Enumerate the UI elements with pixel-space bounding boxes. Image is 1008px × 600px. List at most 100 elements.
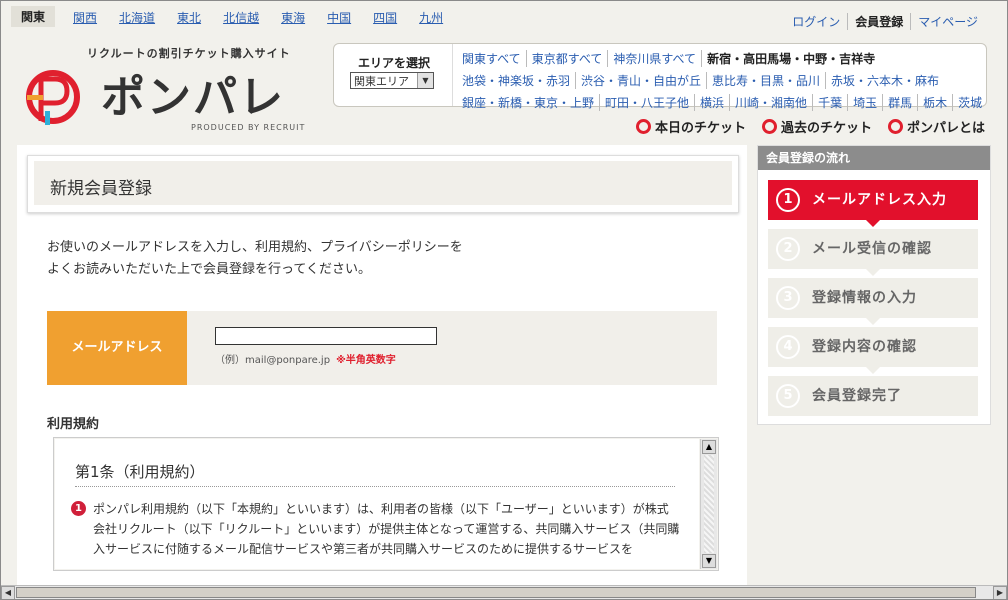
area-select-title: エリアを選択 — [358, 56, 431, 70]
email-format-note: ※半角英数字 — [336, 355, 396, 366]
area-link[interactable]: 群馬 — [882, 94, 917, 111]
area-link[interactable]: 町田・八王子他 — [599, 94, 694, 111]
area-dropdown-value: 関東エリア — [354, 75, 409, 88]
flow-step-2: 2 メール受信の確認 — [768, 229, 978, 276]
article-title: 第1条（利用規約） — [75, 461, 675, 487]
nav-past-tickets[interactable]: 過去のチケット — [761, 117, 872, 136]
down-pointer-icon — [866, 318, 880, 325]
nav-about[interactable]: ポンパレとは — [887, 117, 985, 136]
down-pointer-icon — [866, 220, 880, 227]
scroll-up-icon[interactable]: ▲ — [702, 440, 716, 454]
scroll-down-icon[interactable]: ▼ — [702, 554, 716, 568]
logo-produced-by: PRODUCED BY RECRUIT — [191, 123, 306, 132]
area-link[interactable]: 川崎・湘南他 — [729, 94, 812, 111]
area-link-current[interactable]: 新宿・高田馬場・中野・吉祥寺 — [701, 50, 880, 67]
area-link[interactable]: 東京都すべて — [525, 50, 608, 67]
area-link[interactable]: 栃木 — [917, 94, 952, 111]
article-line: ポンパレ利用規約（以下「本規約」といいます）は、利用者の皆様（以下「ユーザー」と… — [93, 502, 669, 516]
intro-line: お使いのメールアドレスを入力し、利用規約、プライバシーポリシーを — [47, 240, 463, 255]
region-bar: 関東 関西 北海道 東北 北信越 東海 中国 四国 九州 ログイン 会員登録 マ… — [1, 1, 1007, 31]
step-label: メール受信の確認 — [812, 241, 932, 257]
region-tab-tokai[interactable]: 東海 — [281, 9, 305, 27]
scroll-thumb[interactable] — [16, 587, 976, 598]
area-link[interactable]: 横浜 — [694, 94, 729, 111]
down-pointer-icon — [866, 367, 880, 374]
terms-content: 第1条（利用規約） 1 ポンパレ利用規約（以下「本規約」といいます）は、利用者の… — [55, 439, 699, 569]
scroll-left-icon[interactable]: ◀ — [1, 586, 15, 599]
flow-step-1: 1 メールアドレス入力 — [768, 180, 978, 227]
region-tab-kansai[interactable]: 関西 — [73, 9, 97, 27]
main-content: 新規会員登録 お使いのメールアドレスを入力し、利用規約、プライバシーポリシーを … — [17, 145, 747, 589]
article-number-badge: 1 — [71, 501, 86, 516]
down-pointer-icon — [866, 269, 880, 276]
step-label: 登録内容の確認 — [812, 339, 917, 355]
terms-box[interactable]: 第1条（利用規約） 1 ポンパレ利用規約（以下「本規約」といいます）は、利用者の… — [53, 437, 719, 571]
logo-tagline: リクルートの割引チケット購入サイト — [87, 47, 291, 60]
nav-label: ポンパレとは — [906, 121, 985, 136]
horizontal-scrollbar[interactable]: ◀ ▶ — [1, 585, 1007, 599]
area-link[interactable]: 千葉 — [812, 94, 847, 111]
area-link[interactable]: 赤坂・六本木・麻布 — [825, 72, 944, 89]
region-tab-tohoku[interactable]: 東北 — [177, 9, 201, 27]
step-label: 登録情報の入力 — [812, 290, 917, 306]
region-tabs: 関東 関西 北海道 東北 北信越 東海 中国 四国 九州 — [11, 6, 465, 27]
step-label: メールアドレス入力 — [812, 192, 947, 208]
ponpare-logo-icon[interactable] — [21, 67, 85, 131]
terms-heading: 利用規約 — [47, 417, 100, 432]
email-example: （例）mail@ponpare.jp — [215, 355, 331, 366]
area-link[interactable]: 関東すべて — [460, 50, 526, 67]
article-body: 1 ポンパレ利用規約（以下「本規約」といいます）は、利用者の皆様（以下「ユーザー… — [71, 499, 683, 559]
area-link[interactable]: 埼玉 — [847, 94, 882, 111]
region-tab-kyushu[interactable]: 九州 — [419, 9, 443, 27]
chevron-down-icon[interactable]: ▼ — [417, 73, 433, 88]
email-hint: （例）mail@ponpare.jp ※半角英数字 — [215, 351, 396, 366]
registration-flow-sidebar: 会員登録の流れ 1 メールアドレス入力 2 メール受信の確認 3 登録情報の入力… — [757, 145, 991, 425]
login-link[interactable]: ログイン — [785, 13, 847, 30]
step-number: 2 — [776, 237, 800, 261]
nav-today-tickets[interactable]: 本日のチケット — [635, 117, 746, 136]
intro-line: よくお読みいただいた上で会員登録を行ってください。 — [47, 262, 371, 277]
area-link[interactable]: 神奈川県すべて — [607, 50, 701, 67]
area-links: 関東すべて 東京都すべて 神奈川県すべて 新宿・高田馬場・中野・吉祥寺 池袋・神… — [460, 50, 982, 116]
region-tab-hokushinetsu[interactable]: 北信越 — [223, 9, 259, 27]
terms-scrollbar[interactable]: ▲ ▼ — [700, 439, 717, 569]
region-tab-chugoku[interactable]: 中国 — [327, 9, 351, 27]
step-number: 3 — [776, 286, 800, 310]
region-tab-kanto[interactable]: 関東 — [11, 6, 56, 27]
area-link[interactable]: 渋谷・青山・自由が丘 — [575, 72, 706, 89]
region-tab-hokkaido[interactable]: 北海道 — [119, 9, 155, 27]
circle-bullet-icon — [887, 119, 903, 134]
intro-text: お使いのメールアドレスを入力し、利用規約、プライバシーポリシーを よくお読みいた… — [47, 237, 463, 281]
area-link[interactable]: 池袋・神楽坂・赤羽 — [460, 72, 575, 89]
area-dropdown[interactable]: 関東エリア ▼ — [350, 72, 434, 89]
scroll-track[interactable] — [704, 455, 714, 553]
logo-wordmark[interactable]: ポンパレ — [101, 61, 285, 125]
area-link[interactable]: 銀座・新橋・東京・上野 — [460, 94, 599, 111]
step-number: 4 — [776, 335, 800, 359]
area-selector: エリアを選択 関東エリア ▼ 関東すべて 東京都すべて 神奈川県すべて 新宿・高… — [333, 43, 987, 111]
register-link[interactable]: 会員登録 — [847, 13, 910, 30]
step-label: 会員登録完了 — [812, 388, 902, 404]
scroll-right-icon[interactable]: ▶ — [993, 586, 1007, 599]
step-number: 1 — [776, 188, 800, 212]
flow-step-5: 5 会員登録完了 — [768, 376, 978, 416]
email-form-row: メールアドレス （例）mail@ponpare.jp ※半角英数字 — [47, 311, 717, 385]
area-select-panel: エリアを選択 関東エリア ▼ — [334, 44, 453, 106]
article-line: 入サービスに付随するメール配信サービスや第三者が共同購入サービスのために提供する… — [93, 542, 634, 556]
email-input[interactable] — [215, 327, 437, 345]
browser-frame: 関東 関西 北海道 東北 北信越 東海 中国 四国 九州 ログイン 会員登録 マ… — [0, 0, 1008, 600]
main-nav: 本日のチケット 過去のチケット ポンパレとは — [620, 117, 985, 136]
area-link[interactable]: 恵比寿・目黒・品川 — [706, 72, 825, 89]
area-links-row: 池袋・神楽坂・赤羽 渋谷・青山・自由が丘 恵比寿・目黒・品川 赤坂・六本木・麻布 — [460, 72, 980, 89]
flow-step-3: 3 登録情報の入力 — [768, 278, 978, 325]
mypage-link[interactable]: マイページ — [910, 13, 985, 30]
circle-bullet-icon — [761, 119, 777, 134]
region-tab-shikoku[interactable]: 四国 — [373, 9, 397, 27]
page-title-box: 新規会員登録 — [27, 155, 739, 213]
step-number: 5 — [776, 384, 800, 408]
area-links-row: 銀座・新橋・東京・上野 町田・八王子他 横浜 川崎・湘南他 千葉 埼玉 群馬 栃… — [460, 94, 982, 111]
article-line: 会社リクルート（以下「リクルート」といいます）が提供主体となって運営する、共同購… — [93, 522, 680, 536]
account-links: ログイン 会員登録 マイページ — [785, 13, 985, 30]
circle-bullet-icon — [635, 119, 651, 134]
area-link[interactable]: 茨城 — [952, 94, 987, 111]
